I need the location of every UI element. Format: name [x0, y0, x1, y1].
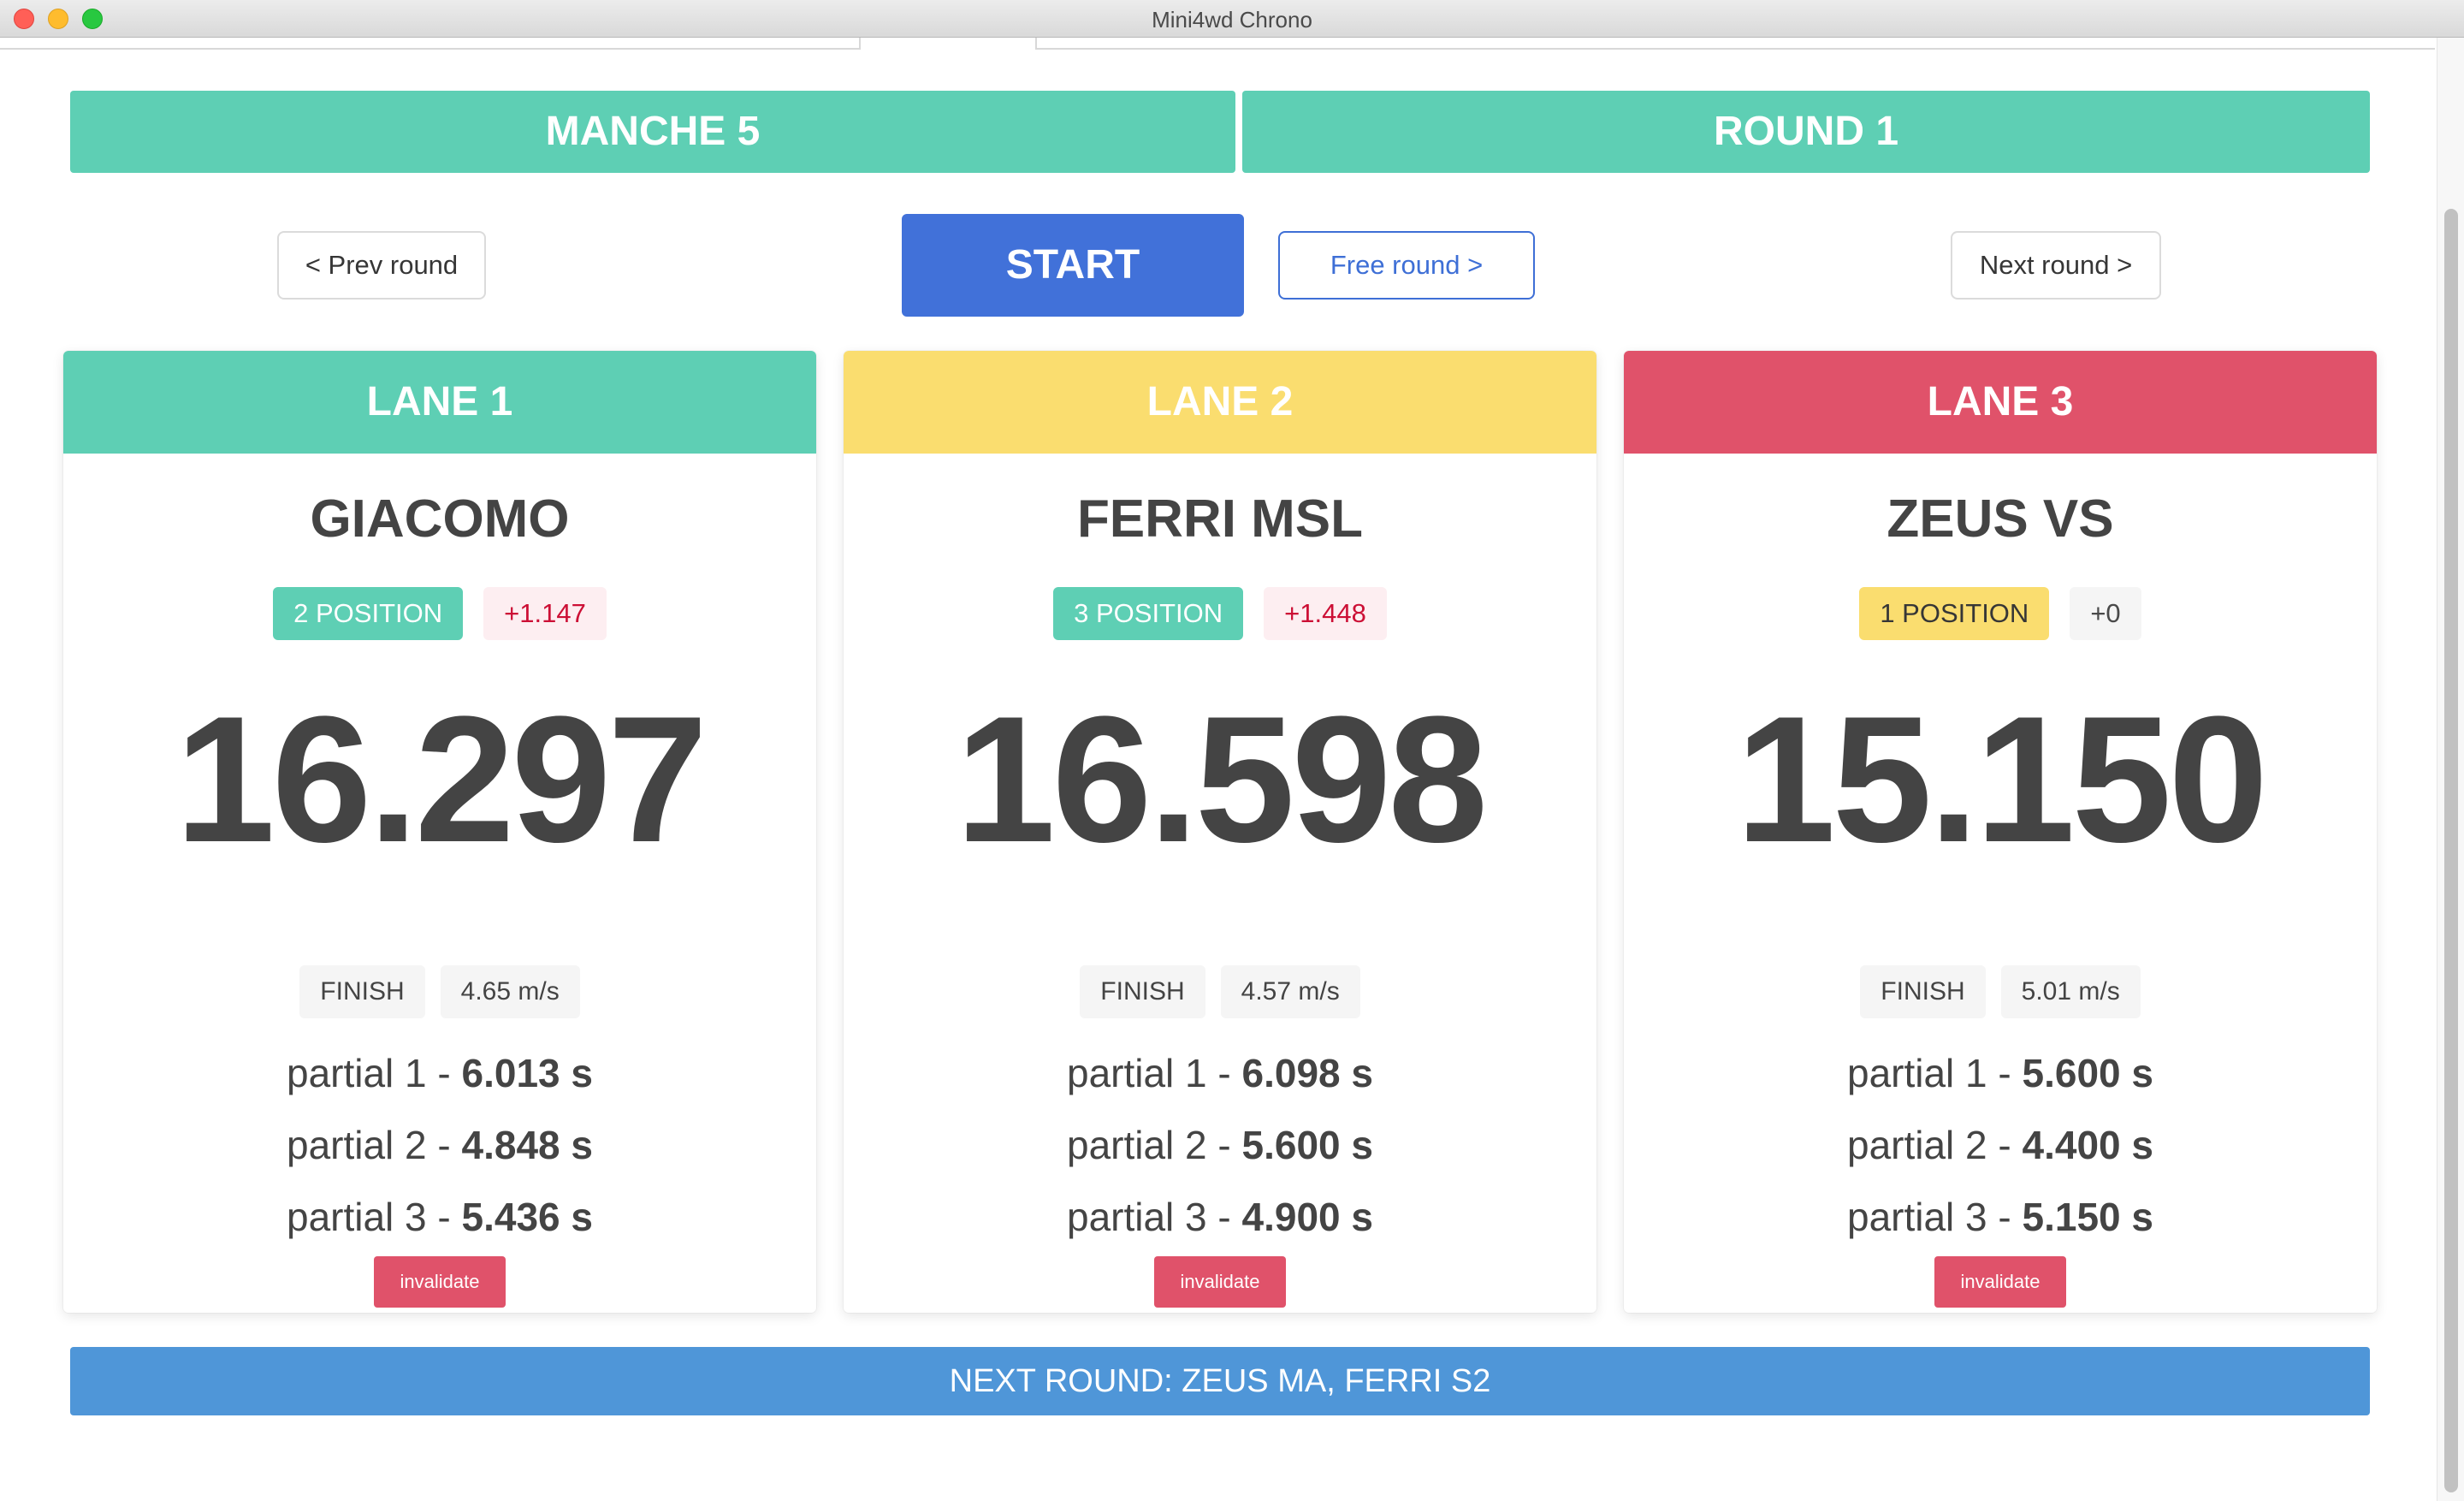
partial-1: partial 1 - 6.098 s: [844, 1037, 1596, 1109]
gap-tag: +0: [2070, 587, 2141, 640]
lap-time: 16.598: [955, 679, 1488, 880]
partial-value: 4.400 s: [2022, 1123, 2153, 1167]
lane-header: LANE 1: [63, 351, 816, 454]
next-round-banner: NEXT ROUND: ZEUS MA, FERRI S2: [70, 1347, 2370, 1415]
lane-header: LANE 2: [844, 351, 1596, 454]
gap-tag: +1.147: [483, 587, 607, 640]
vertical-scrollbar[interactable]: [2437, 38, 2464, 1501]
partials-list: partial 1 - 6.098 s partial 2 - 5.600 s …: [844, 1037, 1596, 1253]
partials-list: partial 1 - 5.600 s partial 2 - 4.400 s …: [1624, 1037, 2377, 1253]
lap-time: 16.297: [175, 679, 708, 880]
partial-3: partial 3 - 5.436 s: [63, 1181, 816, 1253]
position-tags: 2 POSITION +1.147: [63, 587, 816, 640]
partial-1: partial 1 - 5.600 s: [1624, 1037, 2377, 1109]
tab-divider-right: [1035, 38, 2435, 50]
partial-label: partial 2 -: [1846, 1123, 2023, 1167]
prev-round-button[interactable]: < Prev round: [277, 231, 486, 300]
lap-time: 15.150: [1735, 679, 2268, 880]
partial-2: partial 2 - 5.600 s: [844, 1109, 1596, 1181]
partial-2: partial 2 - 4.400 s: [1624, 1109, 2377, 1181]
speed-tag: 5.01 m/s: [2000, 965, 2141, 1018]
position-tags: 1 POSITION +0: [1624, 587, 2377, 640]
next-round-button[interactable]: Next round >: [1951, 231, 2161, 300]
partial-value: 4.848 s: [461, 1123, 593, 1167]
gap-tag: +1.448: [1264, 587, 1387, 640]
lane-header: LANE 3: [1624, 351, 2377, 454]
partial-2: partial 2 - 4.848 s: [63, 1109, 816, 1181]
status-tag: FINISH: [299, 965, 425, 1018]
driver-name: ZEUS VS: [1886, 489, 2114, 549]
status-tags: FINISH 4.65 m/s: [63, 965, 816, 1018]
status-tag: FINISH: [1080, 965, 1205, 1018]
invalidate-button[interactable]: invalidate: [1154, 1256, 1286, 1308]
speed-tag: 4.65 m/s: [440, 965, 580, 1018]
window-title: Mini4wd Chrono: [1152, 7, 1312, 33]
partial-value: 6.013 s: [461, 1051, 593, 1095]
partial-label: partial 3 -: [1846, 1195, 2023, 1239]
partial-label: partial 2 -: [1066, 1123, 1242, 1167]
partial-value: 4.900 s: [1241, 1195, 1373, 1239]
free-round-button[interactable]: Free round >: [1278, 231, 1535, 300]
position-tag: 3 POSITION: [1053, 587, 1244, 640]
partial-label: partial 1 -: [1066, 1051, 1242, 1095]
driver-name: FERRI MSL: [1076, 489, 1364, 549]
driver-name: GIACOMO: [310, 489, 570, 549]
status-tags: FINISH 4.57 m/s: [844, 965, 1596, 1018]
lane-card-2: LANE 2 FERRI MSL 3 POSITION +1.448 16.59…: [844, 351, 1596, 1313]
invalidate-button[interactable]: invalidate: [1934, 1256, 2066, 1308]
partial-value: 6.098 s: [1241, 1051, 1373, 1095]
partial-label: partial 3 -: [1066, 1195, 1242, 1239]
partial-1: partial 1 - 6.013 s: [63, 1037, 816, 1109]
partial-value: 5.600 s: [1241, 1123, 1373, 1167]
window-titlebar: Mini4wd Chrono: [0, 0, 2464, 38]
lane-card-1: LANE 1 GIACOMO 2 POSITION +1.147 16.297 …: [63, 351, 816, 1313]
tab-divider-left: [0, 38, 861, 50]
partial-value: 5.600 s: [2022, 1051, 2153, 1095]
partial-label: partial 2 -: [286, 1123, 462, 1167]
partial-3: partial 3 - 5.150 s: [1624, 1181, 2377, 1253]
manche-header: MANCHE 5: [70, 91, 1235, 173]
status-tags: FINISH 5.01 m/s: [1624, 965, 2377, 1018]
partial-label: partial 1 -: [1846, 1051, 2023, 1095]
speed-tag: 4.57 m/s: [1220, 965, 1360, 1018]
start-button[interactable]: START: [902, 214, 1244, 317]
position-tag: 2 POSITION: [273, 587, 464, 640]
position-tag: 1 POSITION: [1859, 587, 2050, 640]
partial-label: partial 1 -: [286, 1051, 462, 1095]
status-tag: FINISH: [1860, 965, 1986, 1018]
scrollbar-thumb[interactable]: [2444, 209, 2458, 1492]
lane-card-3: LANE 3 ZEUS VS 1 POSITION +0 15.150 FINI…: [1624, 351, 2377, 1313]
partial-3: partial 3 - 4.900 s: [844, 1181, 1596, 1253]
partial-label: partial 3 -: [286, 1195, 462, 1239]
partial-value: 5.150 s: [2022, 1195, 2153, 1239]
round-header: ROUND 1: [1242, 91, 2370, 173]
position-tags: 3 POSITION +1.448: [844, 587, 1596, 640]
partials-list: partial 1 - 6.013 s partial 2 - 4.848 s …: [63, 1037, 816, 1253]
partial-value: 5.436 s: [461, 1195, 593, 1239]
invalidate-button[interactable]: invalidate: [374, 1256, 506, 1308]
